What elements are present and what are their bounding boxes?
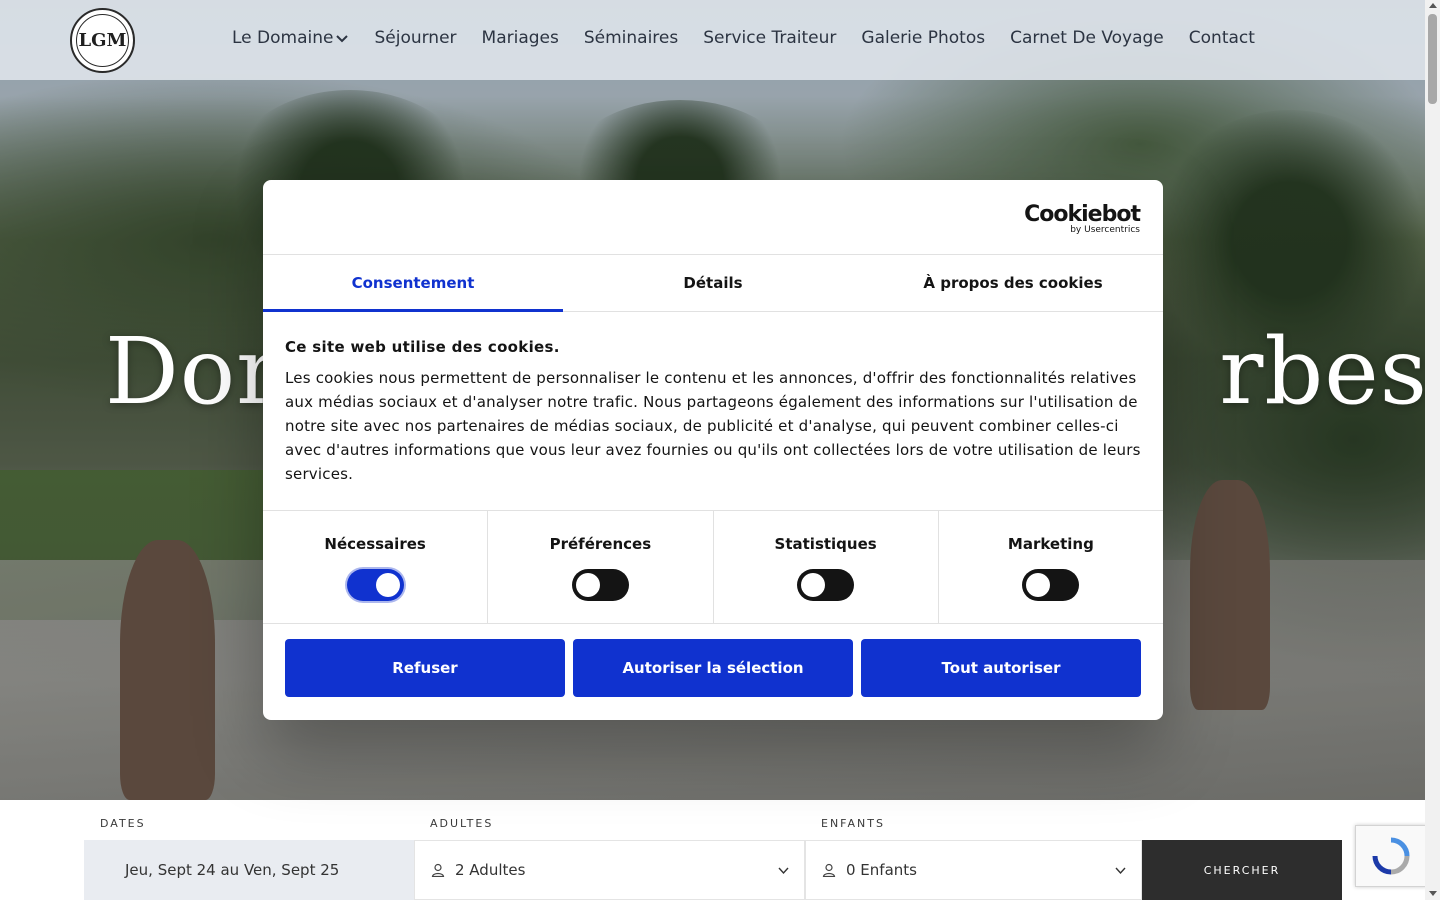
scroll-up-arrow-icon[interactable] (1429, 3, 1437, 8)
scroll-down-arrow-icon[interactable] (1429, 891, 1437, 896)
cookie-text: Les cookies nous permettent de personnal… (285, 369, 1141, 483)
user-icon (822, 863, 836, 877)
tab-a-propos[interactable]: À propos des cookies (863, 255, 1163, 311)
dates-field[interactable]: Jeu, Sept 24 au Ven, Sept 25 (84, 840, 414, 900)
tab-details[interactable]: Détails (563, 255, 863, 311)
allow-selection-button[interactable]: Autoriser la sélection (573, 639, 853, 697)
toggle-label: Préférences (549, 535, 652, 553)
main-nav: Le Domaine Séjourner Mariages Séminaires… (232, 28, 1280, 48)
nav-item-contact[interactable]: Contact (1189, 28, 1255, 48)
recaptcha-icon (1372, 837, 1410, 875)
kids-label: ENFANTS (821, 817, 885, 830)
allow-all-button[interactable]: Tout autoriser (861, 639, 1141, 697)
nav-item-seminaires[interactable]: Séminaires (584, 28, 678, 48)
scrollbar-thumb[interactable] (1428, 14, 1437, 104)
adults-value: 2 Adultes (455, 861, 526, 879)
toggle-knob (375, 573, 400, 597)
toggle-cell-necessaires: Nécessaires (263, 511, 489, 623)
toggle-cell-preferences: Préférences (488, 511, 714, 623)
user-icon (431, 863, 445, 877)
hero-title-right: rbes (1219, 318, 1425, 425)
chevron-down-icon (336, 35, 349, 43)
dates-value: Jeu, Sept 24 au Ven, Sept 25 (125, 861, 340, 879)
toggle-knob (801, 573, 826, 597)
kids-select[interactable]: 0 Enfants (805, 840, 1142, 900)
recaptcha-badge[interactable] (1355, 825, 1427, 887)
nav-item-le-domaine[interactable]: Le Domaine (232, 28, 349, 48)
toggle-label: Statistiques (774, 535, 877, 553)
chevron-down-icon (1115, 867, 1126, 875)
logo-ring (76, 14, 129, 67)
toggle-knob (575, 573, 600, 597)
adults-select[interactable]: 2 Adultes (414, 840, 805, 900)
refuse-button[interactable]: Refuser (285, 639, 565, 697)
nav-item-carnet-de-voyage[interactable]: Carnet De Voyage (1010, 28, 1164, 48)
cookie-consent-dialog: Cookiebot by Usercentrics Consentement D… (263, 180, 1163, 720)
cookie-tabs: Consentement Détails À propos des cookie… (263, 254, 1163, 312)
dates-label: DATES (100, 817, 146, 830)
toggle-cell-statistiques: Statistiques (714, 511, 939, 623)
cookie-description: Ce site web utilise des cookies. Les coo… (285, 338, 1141, 486)
nav-item-service-traiteur[interactable]: Service Traiteur (703, 28, 836, 48)
nav-item-galerie-photos[interactable]: Galerie Photos (861, 28, 985, 48)
cookie-buttons: Refuser Autoriser la sélection Tout auto… (285, 639, 1141, 697)
toggle-marketing[interactable] (1022, 569, 1080, 601)
nav-item-mariages[interactable]: Mariages (482, 28, 559, 48)
cookiebot-brand: Cookiebot (1024, 202, 1141, 227)
toggle-label: Nécessaires (324, 535, 426, 553)
adults-label: ADULTES (430, 817, 494, 830)
page-scrollbar[interactable] (1425, 0, 1440, 900)
toggle-label: Marketing (1007, 535, 1094, 553)
toggle-knob (1026, 573, 1051, 597)
toggle-necessaires[interactable] (346, 569, 404, 601)
toggle-cell-marketing: Marketing (939, 511, 1163, 623)
toggle-preferences[interactable] (571, 569, 629, 601)
site-header: LGM Le Domaine Séjourner Mariages Sémina… (0, 0, 1425, 80)
cookie-toggles: Nécessaires Préférences Statistiques Mar… (263, 510, 1163, 624)
tab-consentement[interactable]: Consentement (263, 255, 563, 312)
cookiebot-logo[interactable]: Cookiebot by Usercentrics (1024, 202, 1141, 235)
site-logo[interactable]: LGM (70, 8, 135, 73)
chevron-down-icon (778, 867, 789, 875)
toggle-statistiques[interactable] (797, 569, 855, 601)
cookie-heading: Ce site web utilise des cookies. (285, 338, 560, 356)
nav-item-label: Le Domaine (232, 28, 334, 48)
search-button[interactable]: CHERCHER (1142, 840, 1342, 900)
nav-item-sejourner[interactable]: Séjourner (374, 28, 456, 48)
kids-value: 0 Enfants (846, 861, 917, 879)
booking-bar: DATES ADULTES ENFANTS Jeu, Sept 24 au Ve… (0, 800, 1425, 900)
